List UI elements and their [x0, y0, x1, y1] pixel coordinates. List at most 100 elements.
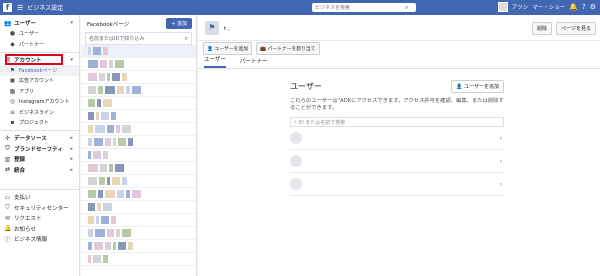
list-item[interactable]	[81, 253, 196, 266]
view-page-button[interactable]: ページを見る	[556, 22, 596, 35]
redacted-block	[122, 125, 131, 133]
user-row[interactable]: ›	[290, 127, 504, 150]
list-item[interactable]	[81, 188, 196, 201]
sidebar-item-label: Facebookページ	[19, 67, 58, 74]
gear-icon[interactable]: ⚙	[590, 3, 596, 11]
sidebar-item-business-info[interactable]: ⓘ ビジネス情報	[0, 234, 79, 245]
redacted-block	[126, 86, 130, 94]
sidebar-item-business-line[interactable]: ≡ ビジネスライン	[0, 107, 79, 118]
sidebar-item-ad-accounts[interactable]: ▣ 広告アカウント	[0, 76, 79, 87]
shield-icon: ⛉	[5, 203, 10, 211]
chevron-right-icon: ›	[499, 157, 502, 165]
redacted-block	[98, 190, 103, 198]
sidebar-registrations[interactable]: ▥ 登録 ▸	[0, 154, 79, 165]
sidebar-item-payments[interactable]: ▭ 支払い	[0, 192, 79, 203]
page-name-text: 、	[227, 25, 234, 32]
chevron-right-icon: ▸	[70, 166, 73, 173]
sidebar-brand-safety[interactable]: ⛉ ブランドセーフティ ▸	[0, 144, 79, 155]
sidebar-item-label: リクエスト	[14, 216, 42, 223]
redacted-block	[116, 125, 120, 133]
avatar[interactable]	[497, 2, 508, 12]
assign-partner-label: パートナーを割り当て	[267, 46, 316, 52]
ad-icon: ▣	[9, 77, 16, 85]
sidebar-item-label: ブランドセーフティ	[14, 146, 63, 153]
panel-add-label: ユーザーを追加	[464, 84, 499, 90]
sidebar-item-apps[interactable]: ▦ アプリ	[0, 86, 79, 97]
list-item[interactable]	[81, 136, 196, 149]
add-page-button[interactable]: + 追加	[166, 18, 192, 29]
business-search[interactable]: ⌕	[312, 3, 416, 12]
redacted-block	[122, 73, 127, 81]
delete-button[interactable]: 削除	[531, 22, 552, 35]
list-item[interactable]	[81, 45, 196, 58]
list-item[interactable]	[81, 97, 196, 110]
panel-add-user-button[interactable]: 👤 ユーザーを追加	[451, 80, 504, 93]
tab-users[interactable]: ユーザー	[204, 55, 226, 68]
redacted-block	[94, 242, 103, 250]
redacted-block	[126, 190, 130, 198]
assign-partner-button[interactable]: 💼 パートナーを割り当て	[256, 41, 320, 55]
list-item[interactable]	[81, 227, 196, 240]
facebook-logo[interactable]: f	[3, 3, 12, 12]
sidebar-users-header[interactable]: 👥 ユーザー ▾	[0, 18, 79, 29]
list-item[interactable]	[81, 58, 196, 71]
redacted-block	[88, 60, 98, 68]
user-row[interactable]: ›	[290, 173, 504, 196]
divider	[0, 189, 79, 190]
redacted-block	[105, 138, 111, 146]
sidebar-item-partners[interactable]: ◆ パートナー	[0, 39, 79, 50]
sidebar-integrations[interactable]: ⇄ 統合 ▸	[0, 165, 79, 176]
sidebar-item-label: データソース	[14, 136, 47, 143]
question-icon[interactable]: ?	[582, 3, 586, 11]
redacted-block	[107, 125, 114, 133]
sidebar-item-projects[interactable]: ▪ プロジェクト	[0, 118, 79, 129]
tab-partners[interactable]: パートナー	[240, 57, 268, 68]
list-item[interactable]	[81, 123, 196, 136]
user-search-placeholder: ID または名前で検索	[298, 119, 346, 126]
add-user-button[interactable]: 👤 ユーザーを追加	[203, 41, 252, 55]
list-item[interactable]	[81, 240, 196, 253]
redacted-block	[95, 125, 105, 133]
redacted-block	[101, 216, 109, 224]
redacted-block	[128, 242, 133, 250]
user-extra[interactable]: マー・ショー	[532, 3, 565, 11]
avatar	[290, 132, 302, 144]
redacted-block	[103, 151, 108, 159]
redacted-block	[111, 216, 116, 224]
project-icon: ▪	[10, 119, 15, 127]
redacted-block	[88, 125, 93, 133]
shield-icon: ⛉	[5, 144, 10, 152]
user-search-input[interactable]: ⌕ ID または名前で検索	[290, 117, 504, 127]
sidebar-item-instagram[interactable]: ◎ Instagramアカウント	[0, 97, 79, 108]
list-item[interactable]	[81, 149, 196, 162]
list-item[interactable]	[81, 71, 196, 84]
redacted-block	[109, 60, 113, 68]
filter-input[interactable]: 名前またはIDで絞り込み ⌕	[85, 32, 192, 45]
app-title: ビジネス設定	[27, 5, 64, 12]
list-item[interactable]	[81, 110, 196, 123]
list-item[interactable]	[81, 201, 196, 214]
user-row[interactable]: ›	[290, 150, 504, 173]
sidebar-item-notifications[interactable]: 🔔 お知らせ	[0, 224, 79, 235]
sidebar-item-users[interactable]: ● ユーザー	[0, 29, 79, 40]
user-name[interactable]: アツシ	[512, 3, 529, 11]
redacted-block	[103, 203, 112, 211]
list-item[interactable]	[81, 214, 196, 227]
list-item[interactable]	[81, 84, 196, 97]
search-icon[interactable]: ⌕	[405, 4, 408, 12]
sidebar-item-label: ビジネス情報	[14, 237, 48, 244]
redacted-block	[117, 190, 124, 198]
chevron-right-icon: ▸	[70, 156, 73, 163]
sidebar-data-sources[interactable]: ✣ データソース ▸	[0, 133, 79, 144]
redacted-block	[88, 47, 91, 55]
business-search-input[interactable]	[312, 4, 404, 11]
sidebar-item-security[interactable]: ⛉ セキュリティセンター	[0, 203, 79, 214]
sidebar-item-requests[interactable]: ✉ リクエスト	[0, 213, 79, 224]
action-row: 👤 ユーザーを追加 💼 パートナーを割り当て	[198, 41, 600, 55]
bell-icon[interactable]: 🔔	[569, 3, 578, 11]
list-item[interactable]	[81, 162, 196, 175]
list-item[interactable]	[81, 175, 196, 188]
chevron-right-icon: ▸	[70, 145, 73, 152]
menu-icon[interactable]: ☰	[17, 4, 23, 12]
sidebar-item-facebook-pages[interactable]: ⚑ Facebookページ	[0, 65, 79, 76]
